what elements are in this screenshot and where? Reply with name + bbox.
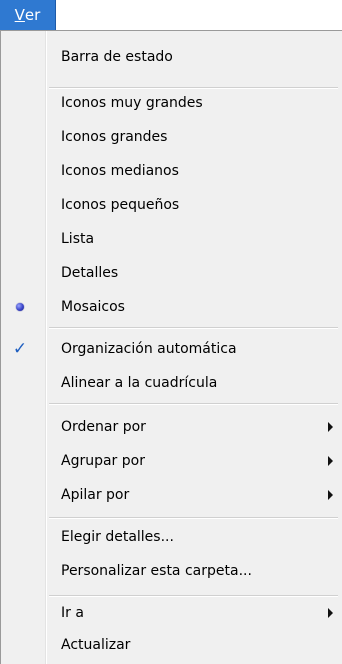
menu-item-go-to[interactable]: Ir a bbox=[1, 597, 341, 629]
menu-item-label: Apilar por bbox=[61, 487, 130, 503]
menu-item-extra-large-icons[interactable]: Iconos muy grandes bbox=[1, 87, 341, 119]
menu-separator bbox=[49, 327, 338, 329]
menu-separator bbox=[49, 517, 338, 519]
menu-item-label: Alinear a la cuadrícula bbox=[61, 375, 218, 391]
menu-item-refresh[interactable]: Actualizar bbox=[1, 629, 341, 661]
menu-item-choose-details[interactable]: Elegir detalles... bbox=[1, 521, 341, 553]
menu-ver-mnemonic: V bbox=[14, 6, 25, 24]
menu-item-list[interactable]: Lista bbox=[1, 223, 341, 255]
menu-item-tiles[interactable]: Mosaicos bbox=[1, 291, 341, 323]
menu-item-auto-arrange[interactable]: ✓ Organización automática bbox=[1, 333, 341, 365]
menu-item-align-to-grid[interactable]: Alinear a la cuadrícula bbox=[1, 367, 341, 399]
menu-item-label: Barra de estado bbox=[61, 49, 173, 65]
menu-item-label: Mosaicos bbox=[61, 299, 125, 315]
menu-item-large-icons[interactable]: Iconos grandes bbox=[1, 121, 341, 153]
view-menu-dropdown: Barra de estado Iconos muy grandes Icono… bbox=[0, 30, 342, 664]
menu-item-label: Iconos grandes bbox=[61, 129, 168, 145]
menu-item-medium-icons[interactable]: Iconos medianos bbox=[1, 155, 341, 187]
submenu-arrow-icon bbox=[328, 490, 333, 500]
menu-item-label: Iconos muy grandes bbox=[61, 95, 203, 111]
menu-item-label: Elegir detalles... bbox=[61, 529, 174, 545]
menu-ver-title[interactable]: Ver bbox=[0, 0, 56, 30]
submenu-arrow-icon bbox=[328, 422, 333, 432]
menu-item-label: Actualizar bbox=[61, 637, 131, 653]
menu-item-customize-folder[interactable]: Personalizar esta carpeta... bbox=[1, 555, 341, 587]
menu-item-label: Ir a bbox=[61, 605, 84, 621]
menu-item-details[interactable]: Detalles bbox=[1, 257, 341, 289]
menu-item-label: Personalizar esta carpeta... bbox=[61, 563, 252, 579]
menu-separator bbox=[49, 403, 338, 405]
menu-item-label: Iconos medianos bbox=[61, 163, 179, 179]
menu-item-label: Iconos pequeños bbox=[61, 197, 180, 213]
checkmark-icon: ✓ bbox=[12, 339, 28, 359]
menu-ver-label-rest: er bbox=[24, 6, 41, 24]
menu-item-sort-by[interactable]: Ordenar por bbox=[1, 411, 341, 443]
menu-item-status-bar[interactable]: Barra de estado bbox=[1, 41, 341, 73]
submenu-arrow-icon bbox=[328, 608, 333, 618]
menu-item-label: Detalles bbox=[61, 265, 119, 281]
menu-bar: Ver bbox=[0, 0, 342, 30]
menu-item-label: Ordenar por bbox=[61, 419, 146, 435]
menu-item-label: Organización automática bbox=[61, 341, 237, 357]
menu-item-label: Lista bbox=[61, 231, 95, 247]
menu-item-small-icons[interactable]: Iconos pequeños bbox=[1, 189, 341, 221]
menu-item-group-by[interactable]: Agrupar por bbox=[1, 445, 341, 477]
submenu-arrow-icon bbox=[328, 456, 333, 466]
menu-item-label: Agrupar por bbox=[61, 453, 145, 469]
menu-item-stack-by[interactable]: Apilar por bbox=[1, 479, 341, 511]
radio-dot-icon bbox=[11, 298, 29, 316]
